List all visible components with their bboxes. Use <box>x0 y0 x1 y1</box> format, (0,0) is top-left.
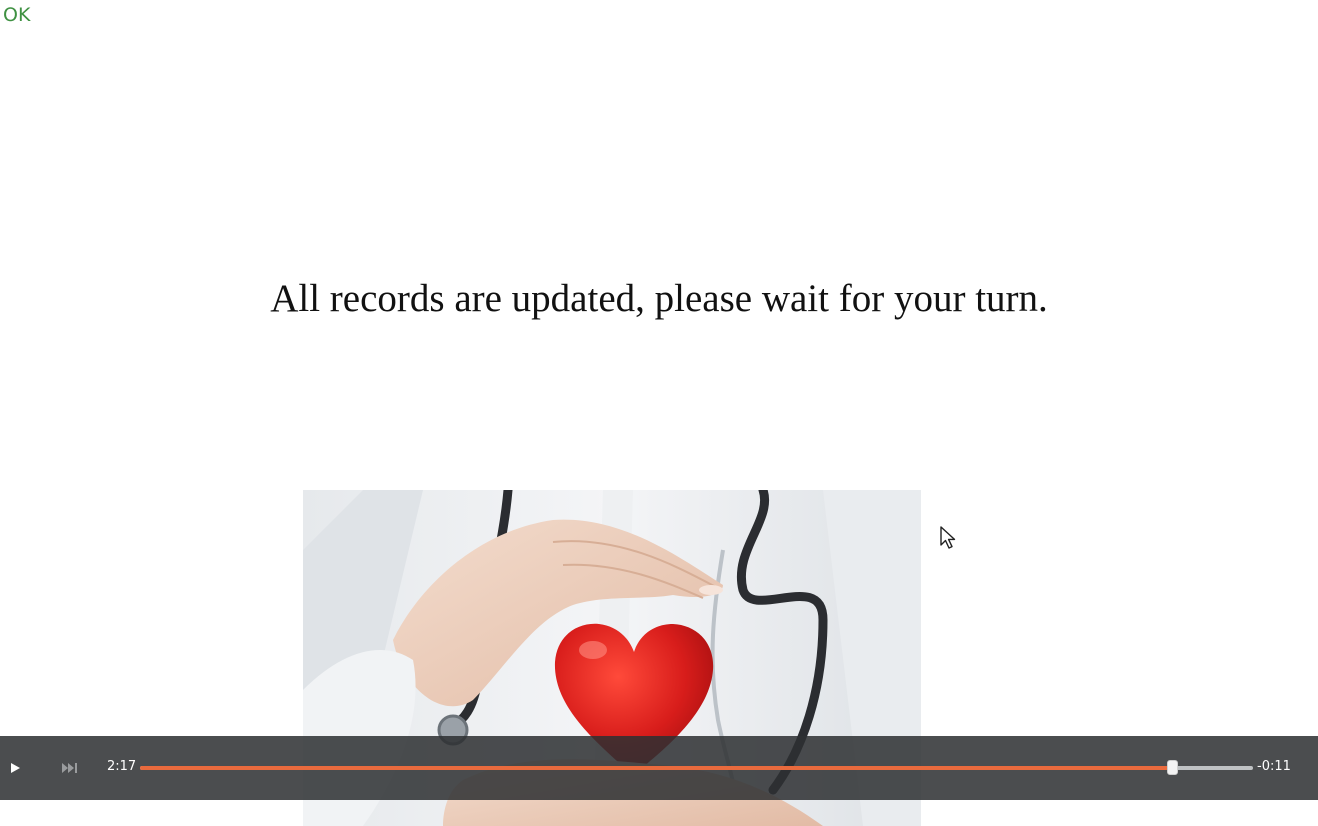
play-icon <box>11 763 20 773</box>
seek-bar-thumb[interactable] <box>1166 760 1178 775</box>
elapsed-time: 2:17 <box>107 759 137 774</box>
seek-bar-progress <box>140 766 1172 770</box>
skip-forward-icon <box>62 763 77 773</box>
play-button[interactable] <box>8 758 24 778</box>
video-controls: 2:17 -0:11 <box>0 736 1318 800</box>
remaining-time: -0:11 <box>1257 759 1291 774</box>
status-message: All records are updated, please wait for… <box>270 277 1048 320</box>
skip-forward-button[interactable] <box>60 758 82 778</box>
status-ok-label: OK <box>3 4 31 26</box>
seek-bar[interactable] <box>140 760 1253 775</box>
mouse-cursor-icon <box>939 525 957 556</box>
